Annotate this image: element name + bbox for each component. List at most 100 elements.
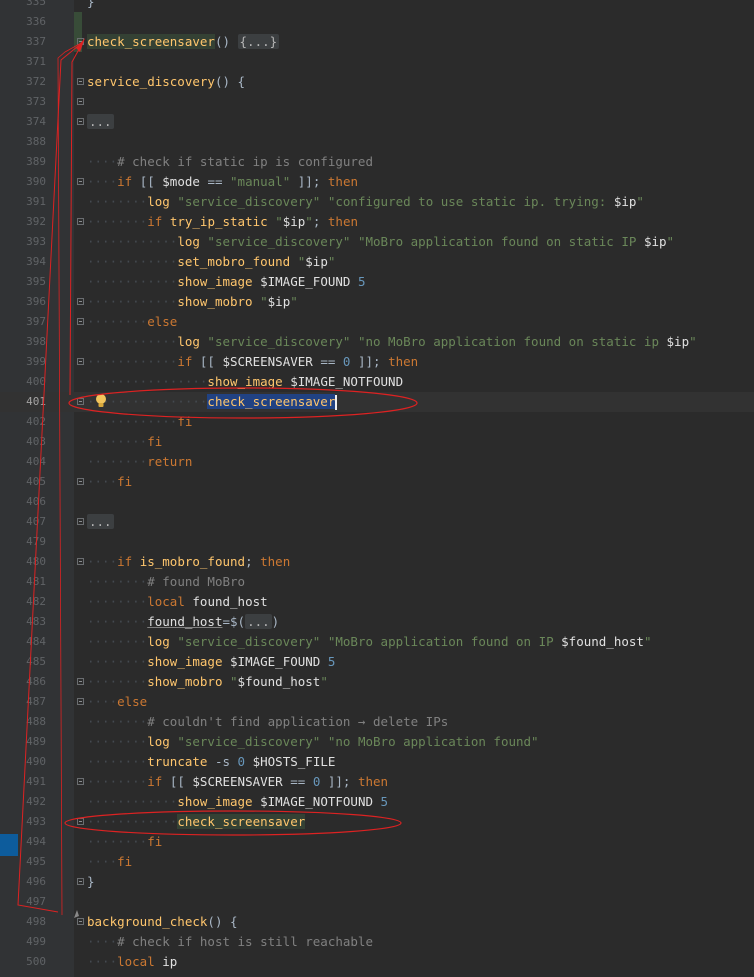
code-text[interactable]: ········log "service_discovery" "MoBro a… bbox=[87, 632, 651, 652]
code-line[interactable]: 402 ············fi bbox=[0, 412, 754, 432]
code-line[interactable]: 486 ········show_mobro "$found_host" bbox=[0, 672, 754, 692]
code-line[interactable]: 396 ············show_mobro "$ip" bbox=[0, 292, 754, 312]
code-line[interactable]: 490 ········truncate -s 0 $HOSTS_FILE bbox=[0, 752, 754, 772]
code-text[interactable]: ········local found_host bbox=[87, 592, 268, 612]
code-text[interactable]: ········return bbox=[87, 452, 192, 472]
code-line[interactable]: 481 ········# found MoBro bbox=[0, 572, 754, 592]
code-line[interactable]: 497 bbox=[0, 892, 754, 912]
fold-toggle-icon[interactable] bbox=[77, 518, 84, 525]
code-text[interactable]: ················show_image $IMAGE_NOTFOU… bbox=[87, 372, 403, 392]
code-line[interactable]: 491 ········if [[ $SCREENSAVER == 0 ]]; t… bbox=[0, 772, 754, 792]
fold-toggle-icon[interactable] bbox=[77, 398, 84, 405]
lightbulb-icon[interactable] bbox=[95, 393, 107, 409]
fold-toggle-icon[interactable] bbox=[77, 218, 84, 225]
fold-toggle-icon[interactable] bbox=[77, 118, 84, 125]
code-text[interactable]: ... bbox=[87, 112, 114, 132]
code-text[interactable]: ············fi bbox=[87, 412, 192, 432]
code-text[interactable]: ········# found MoBro bbox=[87, 572, 245, 592]
code-text[interactable]: background_check() { bbox=[87, 912, 238, 932]
code-text[interactable]: ············if [[ $SCREENSAVER == 0 ]]; … bbox=[87, 352, 418, 372]
fold-toggle-icon[interactable] bbox=[77, 778, 84, 785]
code-text[interactable]: ········log "service_discovery" "configu… bbox=[87, 192, 644, 212]
code-text[interactable]: ········else bbox=[87, 312, 177, 332]
fold-toggle-icon[interactable] bbox=[77, 698, 84, 705]
code-text[interactable]: ... bbox=[87, 512, 114, 532]
code-text[interactable]: ····if is_mobro_found; then bbox=[87, 552, 290, 572]
fold-toggle-icon[interactable] bbox=[77, 918, 84, 925]
code-text[interactable]: ············log "service_discovery" "no … bbox=[87, 332, 697, 352]
code-line[interactable]: 391 ········log "service_discovery" "conf… bbox=[0, 192, 754, 212]
code-line[interactable]: 483 ········found_host=$(...) bbox=[0, 612, 754, 632]
code-text[interactable]: ········if try_ip_static "$ip"; then bbox=[87, 212, 358, 232]
fold-toggle-icon[interactable] bbox=[77, 358, 84, 365]
fold-toggle-icon[interactable] bbox=[77, 558, 84, 565]
code-line[interactable]: 390 ····if [[ $mode == "manual" ]]; then bbox=[0, 172, 754, 192]
code-line[interactable]: 405 ····fi bbox=[0, 472, 754, 492]
code-line[interactable]: 335} bbox=[0, 0, 754, 12]
code-line[interactable]: 398 ············log "service_discovery" "… bbox=[0, 332, 754, 352]
code-text[interactable]: ····fi bbox=[87, 472, 132, 492]
code-text[interactable]: ············show_image $IMAGE_NOTFOUND 5 bbox=[87, 792, 388, 812]
code-line[interactable]: 400 ················show_image $IMAGE_NOT… bbox=[0, 372, 754, 392]
code-text[interactable]: ········fi bbox=[87, 832, 162, 852]
code-line[interactable]: 480 ····if is_mobro_found; then bbox=[0, 552, 754, 572]
code-line[interactable]: 399 ············if [[ $SCREENSAVER == 0 ]… bbox=[0, 352, 754, 372]
fold-toggle-icon[interactable] bbox=[77, 878, 84, 885]
code-text[interactable]: ········found_host=$(...) bbox=[87, 612, 279, 632]
code-line[interactable]: 492 ············show_image $IMAGE_NOTFOUN… bbox=[0, 792, 754, 812]
fold-toggle-icon[interactable] bbox=[77, 98, 84, 105]
code-line[interactable]: 495 ····fi bbox=[0, 852, 754, 872]
code-line[interactable]: 388 bbox=[0, 132, 754, 152]
fold-toggle-icon[interactable] bbox=[77, 178, 84, 185]
fold-toggle-icon[interactable] bbox=[77, 818, 84, 825]
code-text[interactable]: ····# check if host is still reachable bbox=[87, 932, 373, 952]
code-text[interactable]: } bbox=[87, 872, 95, 892]
code-line[interactable]: 404 ········return bbox=[0, 452, 754, 472]
code-line[interactable]: 407... bbox=[0, 512, 754, 532]
code-text[interactable]: ········show_mobro "$found_host" bbox=[87, 672, 328, 692]
code-text[interactable]: ········show_image $IMAGE_FOUND 5 bbox=[87, 652, 335, 672]
code-text[interactable]: ········if [[ $SCREENSAVER == 0 ]]; then bbox=[87, 772, 388, 792]
code-line[interactable]: 389 ····# check if static ip is configure… bbox=[0, 152, 754, 172]
code-text[interactable]: ····if [[ $mode == "manual" ]]; then bbox=[87, 172, 358, 192]
code-line[interactable]: 373 bbox=[0, 92, 754, 112]
code-text[interactable]: } bbox=[87, 0, 95, 12]
code-text[interactable]: ····local ip bbox=[87, 952, 177, 972]
code-line[interactable]: 403 ········fi bbox=[0, 432, 754, 452]
code-editor[interactable]: 335} 336 337 check_screensaver() {...} 371 37… bbox=[0, 0, 754, 977]
code-line[interactable]: 374... bbox=[0, 112, 754, 132]
code-line[interactable]: 487 ····else bbox=[0, 692, 754, 712]
code-line[interactable]: 371 bbox=[0, 52, 754, 72]
fold-toggle-icon[interactable] bbox=[77, 678, 84, 685]
code-text[interactable]: ············show_mobro "$ip" bbox=[87, 292, 298, 312]
code-line[interactable]: 496} bbox=[0, 872, 754, 892]
code-line[interactable]: 494 ········fi bbox=[0, 832, 754, 852]
code-line[interactable]: 406 bbox=[0, 492, 754, 512]
code-line[interactable]: 401 ················check_screensaver bbox=[0, 392, 754, 412]
code-text[interactable]: ········log "service_discovery" "no MoBr… bbox=[87, 732, 539, 752]
code-line[interactable]: 397 ········else bbox=[0, 312, 754, 332]
code-line[interactable]: 393 ············log "service_discovery" "… bbox=[0, 232, 754, 252]
fold-toggle-icon[interactable] bbox=[77, 78, 84, 85]
code-line[interactable]: 493 ············check_screensaver bbox=[0, 812, 754, 832]
code-text[interactable]: ················check_screensaver bbox=[87, 392, 338, 412]
code-text[interactable]: ····# check if static ip is configured bbox=[87, 152, 373, 172]
code-text[interactable]: ············check_screensaver bbox=[87, 812, 306, 832]
code-line[interactable]: 392 ········if try_ip_static "$ip"; then bbox=[0, 212, 754, 232]
fold-toggle-icon[interactable] bbox=[77, 478, 84, 485]
fold-toggle-icon[interactable] bbox=[77, 318, 84, 325]
code-line[interactable]: 489 ········log "service_discovery" "no M… bbox=[0, 732, 754, 752]
fold-toggle-icon[interactable] bbox=[77, 38, 84, 45]
code-text[interactable]: service_discovery() { bbox=[87, 72, 245, 92]
code-text[interactable]: ········fi bbox=[87, 432, 162, 452]
code-line[interactable]: 394 ············set_mobro_found "$ip" bbox=[0, 252, 754, 272]
code-line[interactable]: 500 ····local ip bbox=[0, 952, 754, 972]
code-text[interactable]: ············log "service_discovery" "MoB… bbox=[87, 232, 674, 252]
code-line[interactable]: 372 service_discovery() { bbox=[0, 72, 754, 92]
code-text[interactable]: ············show_image $IMAGE_FOUND 5 bbox=[87, 272, 365, 292]
code-line[interactable]: 336 bbox=[0, 12, 754, 32]
code-text[interactable]: ············set_mobro_found "$ip" bbox=[87, 252, 335, 272]
code-line[interactable]: 337 check_screensaver() {...} bbox=[0, 32, 754, 52]
code-line[interactable]: 484 ········log "service_discovery" "MoBr… bbox=[0, 632, 754, 652]
code-line[interactable]: 395 ············show_image $IMAGE_FOUND 5 bbox=[0, 272, 754, 292]
